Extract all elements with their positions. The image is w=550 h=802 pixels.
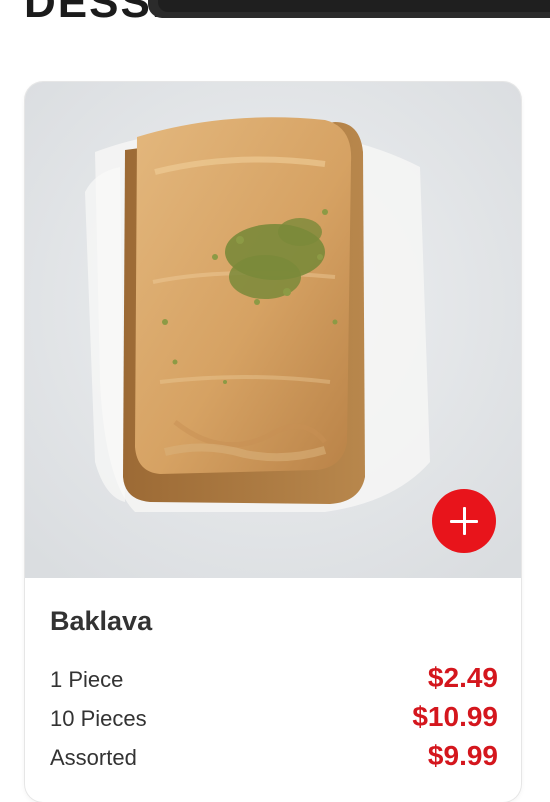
option-price: $2.49 <box>427 662 498 693</box>
product-name: Baklava <box>50 606 153 636</box>
product-image <box>25 82 521 578</box>
top-bar: DESSERTS <box>0 0 550 22</box>
price-option-2[interactable]: 10 Pieces $10.99 <box>50 701 498 733</box>
price-option-3[interactable]: Assorted $9.99 <box>50 740 498 772</box>
add-to-cart-button[interactable] <box>432 489 496 553</box>
option-price: $10.99 <box>412 701 498 732</box>
product-card[interactable]: Baklava 1 Piece $2.49 10 Pieces $10.99 A… <box>25 82 521 802</box>
header-overlay <box>148 0 550 18</box>
option-size: 1 Piece <box>50 667 124 692</box>
option-size: Assorted <box>50 745 137 770</box>
option-size: 10 Pieces <box>50 706 147 731</box>
option-price: $9.99 <box>427 740 498 771</box>
price-option-1[interactable]: 1 Piece $2.49 <box>50 662 498 694</box>
